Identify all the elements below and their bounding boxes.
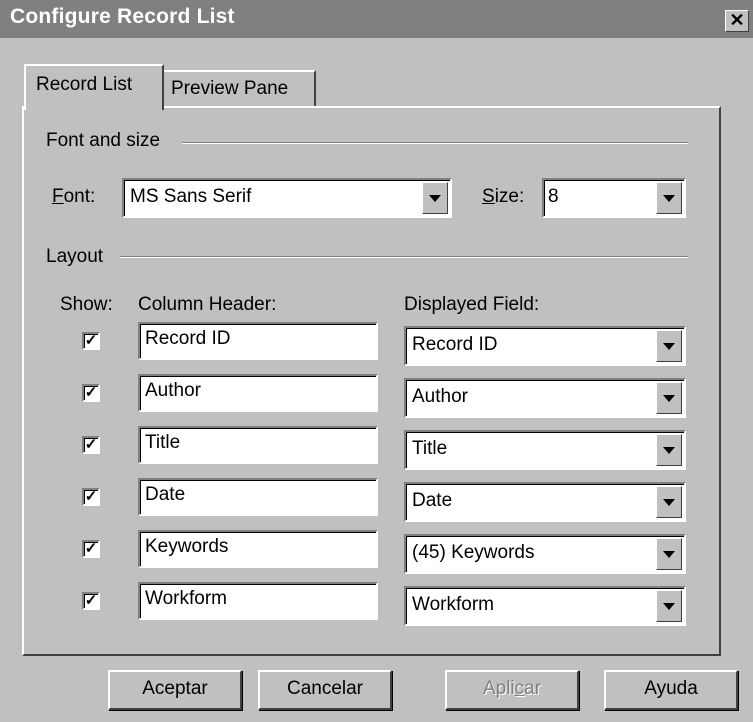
displayed-field-workform-chevron-down-icon[interactable] xyxy=(656,590,682,622)
column-header-keywords-input[interactable]: Keywords xyxy=(138,530,378,568)
displayed-field-heading: Displayed Field: xyxy=(404,294,540,315)
font-group-divider xyxy=(182,142,688,144)
displayed-field-date-select[interactable]: Date xyxy=(404,482,686,522)
column-header-workform-value: Workform xyxy=(145,588,227,609)
checkmark-icon: ✓ xyxy=(84,592,98,609)
size-label-text: ize: xyxy=(494,186,525,207)
checkmark-icon: ✓ xyxy=(84,540,98,557)
font-label-hotkey: F xyxy=(52,186,64,207)
displayed-field-workform-select[interactable]: Workform xyxy=(404,586,686,626)
show-title-checkbox[interactable]: ✓ xyxy=(82,436,100,454)
apply-button-label: Aplicar xyxy=(483,678,541,699)
apply-button[interactable]: Aplicar xyxy=(445,670,579,710)
font-size-group-heading: Font and size xyxy=(46,130,161,151)
tab-record-list[interactable]: Record List xyxy=(24,64,164,110)
column-header-heading: Column Header: xyxy=(138,294,277,315)
column-header-keywords-value: Keywords xyxy=(145,536,229,557)
size-select-value: 8 xyxy=(548,186,559,207)
font-label: Font: xyxy=(52,186,95,208)
column-header-title-input[interactable]: Title xyxy=(138,426,378,464)
column-header-title-value: Title xyxy=(145,432,181,453)
displayed-field-keywords-chevron-down-icon[interactable] xyxy=(656,538,682,570)
size-dropdown-chevron-down-icon[interactable] xyxy=(656,182,682,214)
displayed-field-author-chevron-down-icon[interactable] xyxy=(656,382,682,414)
help-button-label: Ayuda xyxy=(644,678,698,699)
record-list-panel: Font and size Font: MS Sans Serif Size: … xyxy=(22,106,721,656)
title-bar: Configure Record List ✕ xyxy=(0,0,753,38)
window-title: Configure Record List xyxy=(10,5,235,28)
accept-button-label: Aceptar xyxy=(142,678,208,699)
displayed-field-record-id-chevron-down-icon[interactable] xyxy=(656,330,682,362)
checkmark-icon: ✓ xyxy=(84,332,98,349)
show-workform-checkbox[interactable]: ✓ xyxy=(82,592,100,610)
show-date-checkbox[interactable]: ✓ xyxy=(82,488,100,506)
displayed-field-title-value: Title xyxy=(412,438,448,459)
column-header-date-value: Date xyxy=(145,484,186,505)
column-header-workform-input[interactable]: Workform xyxy=(138,582,378,620)
tab-record-list-label: Record List xyxy=(36,74,133,95)
help-button[interactable]: Ayuda xyxy=(604,670,738,710)
layout-group-heading: Layout xyxy=(46,246,104,267)
font-select[interactable]: MS Sans Serif xyxy=(122,178,452,218)
close-icon: ✕ xyxy=(729,10,745,30)
font-dropdown-chevron-down-icon[interactable] xyxy=(422,182,448,214)
column-header-author-input[interactable]: Author xyxy=(138,374,378,412)
displayed-field-record-id-value: Record ID xyxy=(412,334,498,355)
tab-preview-pane[interactable]: Preview Pane xyxy=(163,70,316,106)
checkmark-icon: ✓ xyxy=(84,436,98,453)
displayed-field-keywords-value: (45) Keywords xyxy=(412,542,535,563)
close-button[interactable]: ✕ xyxy=(725,10,749,32)
tab-preview-pane-label: Preview Pane xyxy=(171,78,289,99)
displayed-field-author-select[interactable]: Author xyxy=(404,378,686,418)
accept-button[interactable]: Aceptar xyxy=(108,670,242,710)
column-header-author-value: Author xyxy=(145,380,201,401)
apply-label-end: ar xyxy=(524,678,542,699)
size-label-hotkey: S xyxy=(482,186,495,207)
displayed-field-date-value: Date xyxy=(412,490,453,511)
font-select-value: MS Sans Serif xyxy=(130,186,252,207)
checkmark-icon: ✓ xyxy=(84,384,98,401)
show-column-heading: Show: xyxy=(60,294,113,315)
size-label: Size: xyxy=(482,186,524,208)
displayed-field-title-select[interactable]: Title xyxy=(404,430,686,470)
show-author-checkbox[interactable]: ✓ xyxy=(82,384,100,402)
displayed-field-workform-value: Workform xyxy=(412,594,494,615)
column-header-record-id-input[interactable]: Record ID xyxy=(138,322,378,360)
show-keywords-checkbox[interactable]: ✓ xyxy=(82,540,100,558)
apply-label-hotkey: c xyxy=(514,678,525,699)
column-header-record-id-value: Record ID xyxy=(145,328,231,349)
apply-label-start: Apli xyxy=(482,678,515,699)
displayed-field-date-chevron-down-icon[interactable] xyxy=(656,486,682,518)
cancel-button-label: Cancelar xyxy=(286,678,364,699)
column-header-date-input[interactable]: Date xyxy=(138,478,378,516)
size-select[interactable]: 8 xyxy=(542,178,686,218)
show-record-id-checkbox[interactable]: ✓ xyxy=(82,332,100,350)
displayed-field-author-value: Author xyxy=(412,386,468,407)
displayed-field-record-id-select[interactable]: Record ID xyxy=(404,326,686,366)
cancel-button[interactable]: Cancelar xyxy=(258,670,392,710)
font-label-text: ont: xyxy=(63,186,96,207)
checkmark-icon: ✓ xyxy=(84,488,98,505)
layout-group-divider xyxy=(120,256,688,258)
displayed-field-title-chevron-down-icon[interactable] xyxy=(656,434,682,466)
displayed-field-keywords-select[interactable]: (45) Keywords xyxy=(404,534,686,574)
